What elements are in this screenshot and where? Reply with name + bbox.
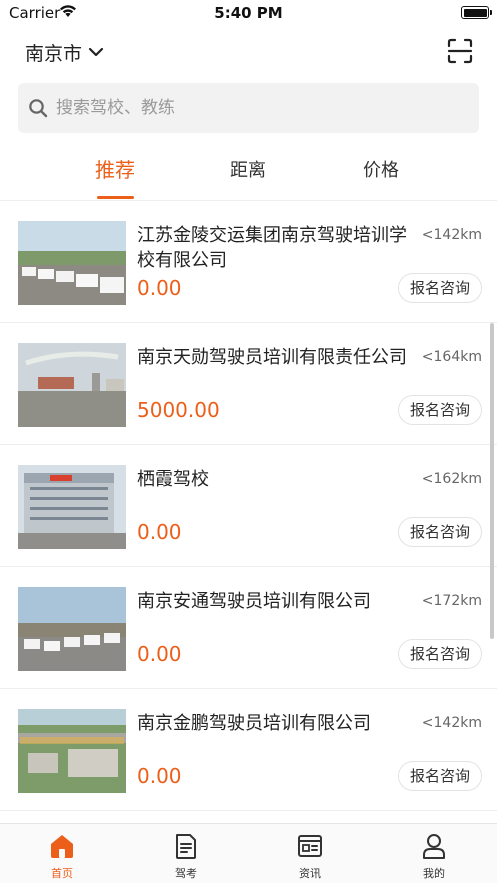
school-name: 南京安通驾驶员培训有限公司	[137, 591, 371, 612]
bottom-tab-bar: 首页 驾考 资讯 我的	[0, 823, 497, 883]
tabbar-news[interactable]: 资讯	[270, 832, 350, 881]
tabbar-label: 驾考	[175, 867, 197, 880]
school-price: 0.00	[137, 642, 182, 666]
status-bar: Carrier 5:40 PM	[0, 0, 497, 26]
school-name: 栖霞驾校	[137, 469, 209, 490]
school-price: 0.00	[137, 520, 182, 544]
school-name: 江苏金陵交运集团南京驾驶培训学校有限公司	[137, 225, 407, 271]
consult-button[interactable]: 报名咨询	[398, 639, 482, 669]
school-photo	[18, 709, 126, 793]
chevron-down-icon	[88, 47, 104, 57]
home-icon	[51, 835, 73, 858]
school-photo	[18, 465, 126, 549]
school-list-item[interactable]: 江苏金陵交运集团南京驾驶培训学校有限公司 0.00 <142km 报名咨询	[0, 201, 497, 323]
tabbar-mine[interactable]: 我的	[394, 832, 474, 881]
school-photo	[18, 221, 126, 305]
scan-icon[interactable]	[446, 37, 474, 65]
search-input[interactable]	[56, 98, 479, 118]
tabbar-label: 首页	[51, 867, 73, 880]
news-icon	[298, 835, 322, 857]
user-icon	[423, 834, 445, 859]
school-distance: <142km	[421, 227, 482, 243]
tabbar-label: 资讯	[299, 867, 321, 880]
school-list-item[interactable]: 南京天勋驾驶员培训有限责任公司 5000.00 <164km 报名咨询	[0, 323, 497, 445]
tabbar-home[interactable]: 首页	[22, 832, 102, 881]
city-label: 南京市	[25, 42, 83, 65]
school-list-item[interactable]: 南京金鹏驾驶员培训有限公司 0.00 <142km 报名咨询	[0, 689, 497, 811]
school-name: 南京金鹏驾驶员培训有限公司	[137, 713, 371, 734]
school-distance: <162km	[421, 471, 482, 487]
school-list-item[interactable]: 栖霞驾校 0.00 <162km 报名咨询	[0, 445, 497, 567]
tabbar-exam[interactable]: 驾考	[146, 832, 226, 881]
search-icon	[29, 99, 48, 118]
school-list-item[interactable]: 南京安通驾驶员培训有限公司 0.00 <172km 报名咨询	[0, 567, 497, 689]
search-bar[interactable]	[18, 83, 479, 133]
tab-price[interactable]: 价格	[341, 156, 421, 182]
tab-indicator	[97, 196, 134, 199]
school-distance: <164km	[421, 349, 482, 365]
tab-distance[interactable]: 距离	[208, 156, 288, 182]
school-name: 南京天勋驾驶员培训有限责任公司	[137, 347, 407, 368]
school-price: 5000.00	[137, 398, 220, 422]
consult-button[interactable]: 报名咨询	[398, 395, 482, 425]
school-photo	[18, 343, 126, 427]
document-icon	[176, 834, 196, 859]
battery-icon	[461, 6, 492, 19]
consult-button[interactable]: 报名咨询	[398, 517, 482, 547]
scrollbar[interactable]	[490, 323, 494, 639]
sort-tabs: 推荐 距离 价格	[0, 148, 497, 202]
school-distance: <172km	[421, 593, 482, 609]
school-price: 0.00	[137, 764, 182, 788]
school-photo	[18, 587, 126, 671]
tabbar-label: 我的	[423, 867, 445, 880]
school-distance: <142km	[421, 715, 482, 731]
clock: 5:40 PM	[214, 4, 283, 22]
school-price: 0.00	[137, 276, 182, 300]
consult-button[interactable]: 报名咨询	[398, 761, 482, 791]
city-selector[interactable]: 南京市	[25, 38, 104, 66]
tab-recommend[interactable]: 推荐	[75, 154, 155, 183]
consult-button[interactable]: 报名咨询	[398, 273, 482, 303]
